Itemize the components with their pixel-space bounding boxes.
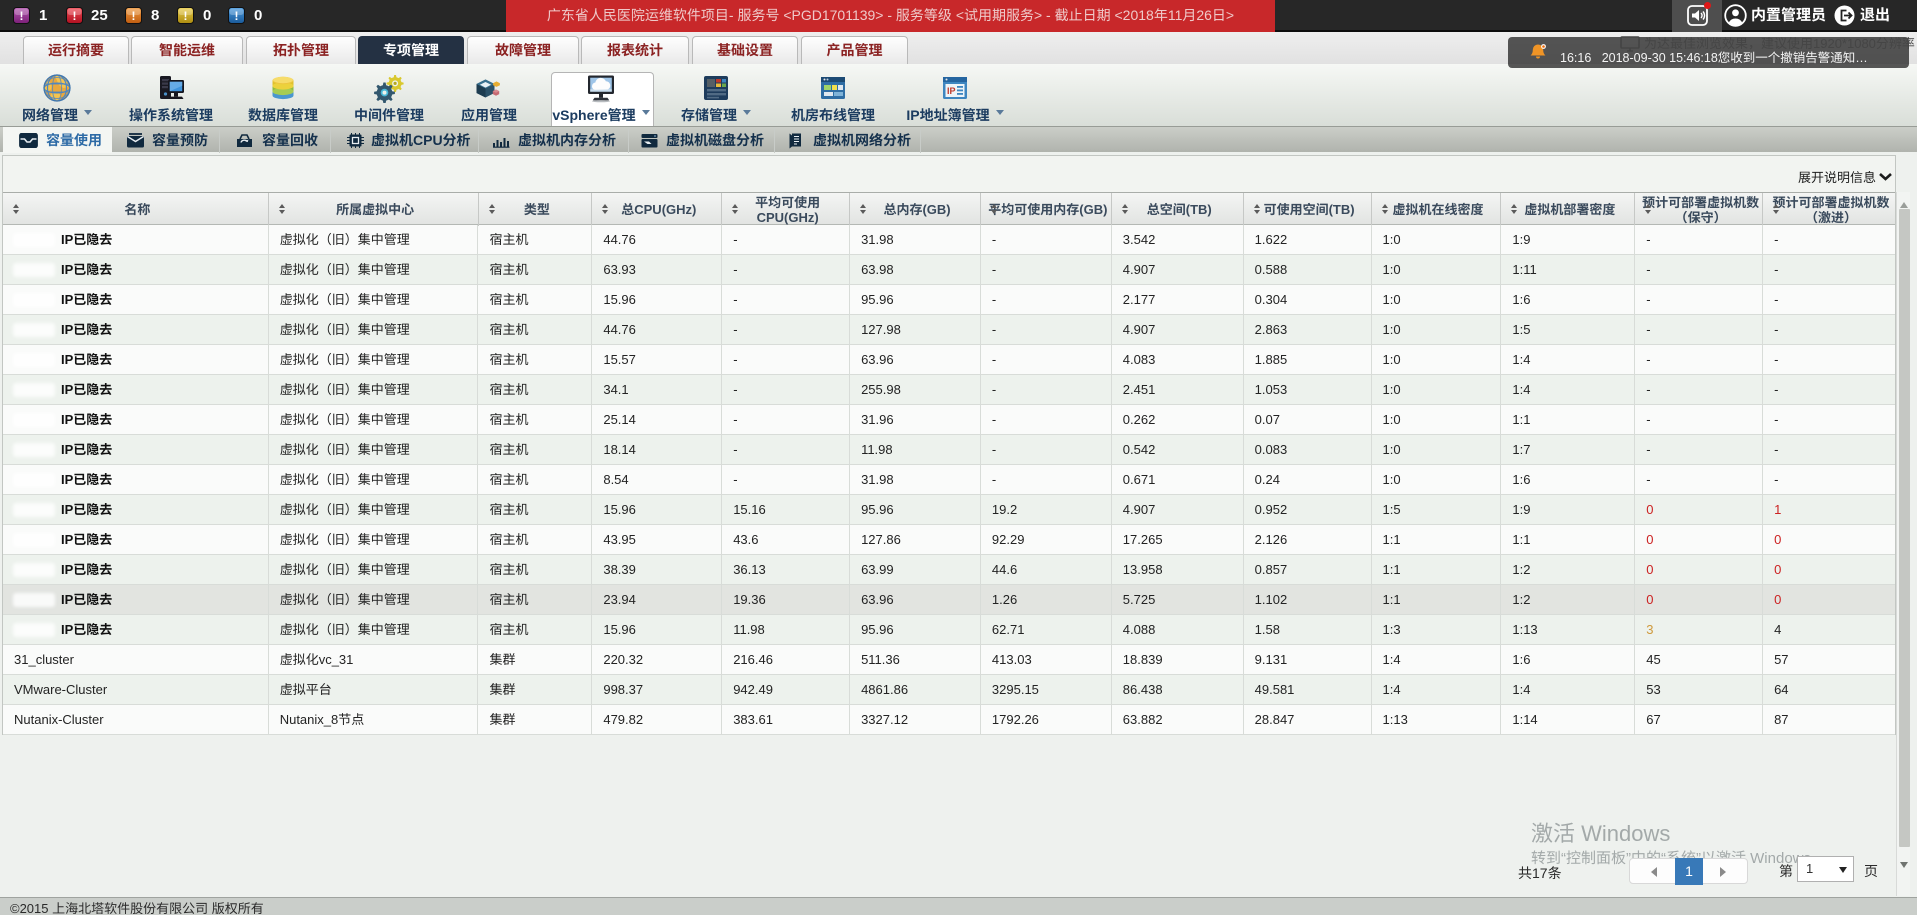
svg-text:!: !: [132, 9, 136, 23]
svg-text:!: !: [73, 9, 77, 23]
svg-text:!: !: [235, 9, 239, 23]
svg-text:!: !: [20, 9, 24, 23]
svg-text:IP: IP: [947, 86, 956, 96]
svg-text:!: !: [184, 9, 188, 23]
